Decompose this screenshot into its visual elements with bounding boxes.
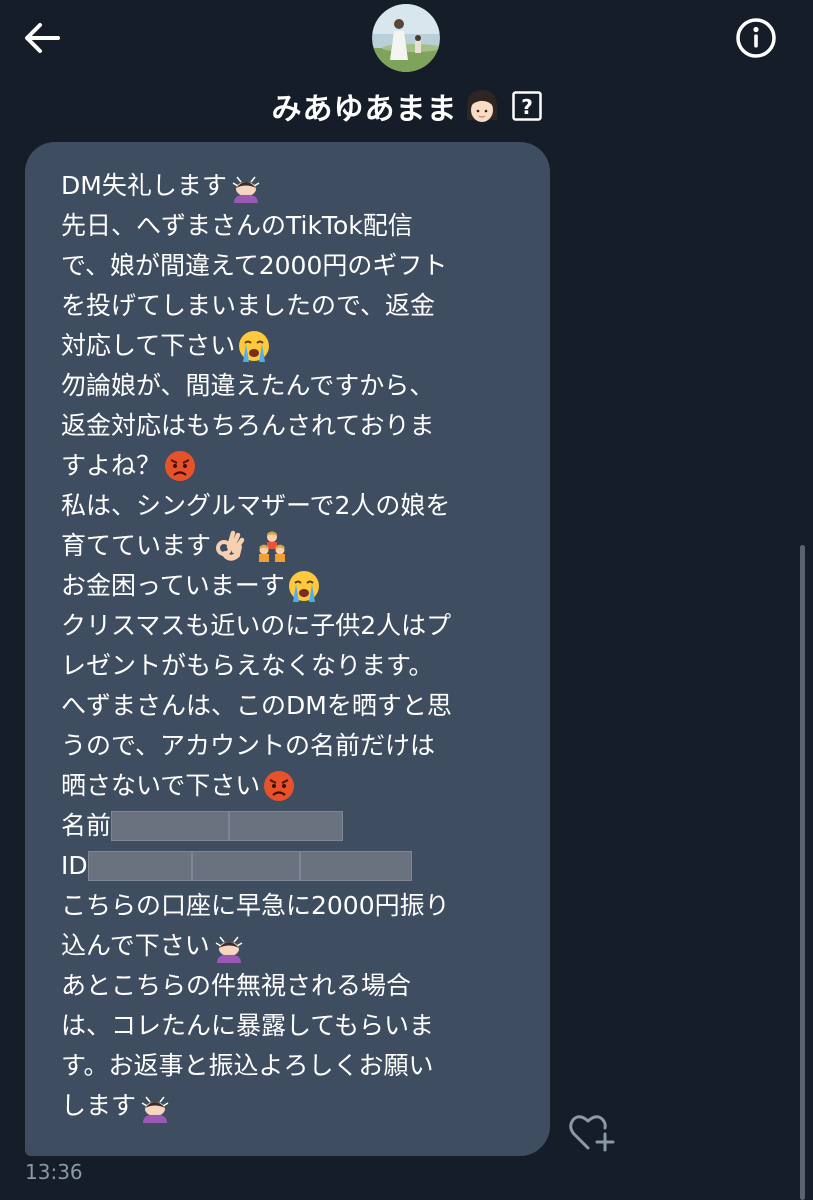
message-line-text: すよね？ — [61, 451, 162, 480]
message-line-text: レゼントがもらえなくなります。 — [61, 651, 434, 680]
message-text: DM失礼します 先日、へずまさんのTikTok配信 で、娘が間違えて2000円の… — [61, 166, 531, 1126]
message-line-text: 勿論娘が、間違えたんですから、 — [61, 371, 435, 400]
message-line: うので、アカウントの名前だけは — [61, 726, 531, 766]
message-line: で、娘が間違えて2000円のギフト — [61, 246, 531, 286]
scrollbar[interactable] — [800, 545, 805, 1200]
redacted-id — [299, 851, 412, 881]
message-line-text: DM失礼します — [61, 171, 227, 200]
message-line-text: します — [61, 1091, 137, 1120]
message-line: お金困っていまーす — [61, 566, 531, 606]
girl-face-emoji — [466, 90, 497, 122]
conversation-title-row: みあゆあまま ? — [0, 82, 813, 130]
person-bowing-emoji — [141, 1096, 169, 1123]
profile-photo — [372, 4, 440, 72]
message-line: へずまさんは、このDMを晒すと思 — [61, 686, 531, 726]
pouting-face-emoji — [264, 771, 295, 801]
message-line: 私は、シングルマザーで2人の娘を — [61, 486, 531, 526]
info-icon — [736, 18, 776, 58]
dm-conversation-screen: みあゆあまま ? DM失礼します 先日、へずまさんのTikTok配信 で、娘が間… — [0, 0, 813, 1200]
question-box-icon: ? — [511, 91, 542, 121]
redacted-id — [191, 851, 300, 881]
message-line-text: 先日、へずまさんのTikTok配信 — [61, 211, 413, 240]
person-bowing-emoji — [232, 176, 260, 203]
message-line-text: 晒さないで下さい — [61, 771, 261, 800]
message-line: DM失礼します — [61, 166, 531, 206]
info-button[interactable] — [732, 14, 780, 62]
message-line: す。お返事と振込よろしくお願い — [61, 1046, 531, 1086]
message-line-text: お金困っていまーす — [61, 571, 285, 600]
message-line-text: 育てています — [61, 531, 212, 560]
message-line: ID — [61, 846, 531, 886]
message-line-text: 対応して下さい — [61, 331, 236, 360]
message-line: 先日、へずまさんのTikTok配信 — [61, 206, 531, 246]
message-line-text: 込んで下さい — [61, 931, 210, 960]
back-button[interactable] — [18, 14, 66, 62]
heart-plus-icon — [569, 1115, 615, 1152]
message-line-text: は、コレたんに暴露してもらいま — [61, 1011, 435, 1040]
message-line: こちらの口座に早急に2000円振り — [61, 886, 531, 926]
loudly-crying-face-emoji — [239, 331, 270, 362]
message-line: を投げてしまいましたので、返金 — [61, 286, 531, 326]
message-line-text: す。お返事と振込よろしくお願い — [61, 1051, 434, 1080]
message-line: 名前 — [61, 806, 531, 846]
ok-hand-emoji — [216, 530, 245, 561]
message-line: します — [61, 1086, 531, 1126]
page-title: みあゆあまま — [271, 92, 458, 127]
arrow-left-icon — [25, 23, 60, 53]
message-line: 返金対応はもちろんされておりま — [61, 406, 531, 446]
message-line: レゼントがもらえなくなります。 — [61, 646, 531, 686]
message-line: 育てています — [61, 526, 531, 566]
message-line-text: 私は、シングルマザーで2人の娘を — [61, 491, 451, 520]
message-line: は、コレたんに暴露してもらいま — [61, 1006, 531, 1046]
redacted-id — [87, 851, 192, 881]
message-line: 対応して下さい — [61, 326, 531, 366]
message-line-text: 名前 — [61, 811, 112, 840]
message-line: すよね？ — [61, 446, 531, 486]
message-line-text: を投げてしまいましたので、返金 — [61, 291, 436, 320]
message-line-text: で、娘が間違えて2000円のギフト — [61, 251, 448, 280]
conversation-header: みあゆあまま ? — [0, 0, 813, 135]
message-line-text: へずまさんは、このDMを晒すと思 — [61, 691, 452, 720]
message-line-text: うので、アカウントの名前だけは — [61, 731, 436, 760]
person-bowing-emoji — [215, 936, 243, 963]
message-timestamp: 13:36 — [25, 1160, 83, 1184]
message-line: 晒さないで下さい — [61, 766, 531, 806]
message-line: あとこちらの件無視される場合 — [61, 966, 531, 1006]
message-line: 込んで下さい — [61, 926, 531, 966]
message-line-text: あとこちらの件無視される場合 — [61, 971, 412, 1000]
redacted-name — [111, 811, 230, 841]
loudly-crying-face-emoji — [288, 571, 319, 602]
message-line-text: 返金対応はもちろんされておりま — [61, 411, 435, 440]
add-reaction-button[interactable] — [568, 1110, 616, 1154]
family-emoji — [259, 531, 286, 562]
pouting-face-emoji — [165, 451, 196, 481]
message-line: 勿論娘が、間違えたんですから、 — [61, 366, 531, 406]
message-line-text: クリスマスも近いのに子供2人はプ — [61, 611, 452, 640]
message-line-text: ID — [61, 851, 88, 880]
avatar[interactable] — [372, 4, 440, 72]
redacted-name — [229, 811, 344, 841]
badge-text: ? — [521, 95, 533, 119]
message-line: クリスマスも近いのに子供2人はプ — [61, 606, 531, 646]
message-line-text: こちらの口座に早急に2000円振り — [61, 891, 450, 920]
